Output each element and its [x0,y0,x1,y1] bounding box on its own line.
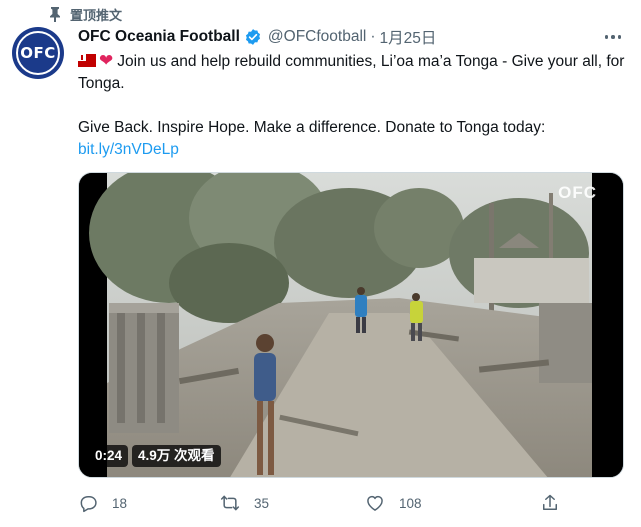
tweet-header: OFC Oceania Football @OFCfootball · 1月25… [78,26,436,48]
tweet-actions: 18 35 108 [78,492,626,514]
video-player[interactable]: OFC 0:24 4.9万 次观看 [78,172,624,478]
header-separator: · [370,28,376,45]
author-name[interactable]: OFC Oceania Football [78,28,240,46]
pinned-indicator: 置顶推文 [48,4,122,24]
more-options-icon[interactable] [600,26,626,48]
reply-count: 18 [112,495,128,511]
tweet-paragraph-2: Give Back. Inspire Hope. Make a differen… [78,117,626,139]
reply-icon [80,496,97,513]
tweet-line-1: Join us and help rebuild communities, Li… [78,53,625,92]
retweet-count: 35 [254,495,270,511]
heart-icon [367,495,383,511]
avatar[interactable]: OFC [12,27,64,79]
tweet-date[interactable]: 1月25日 [380,26,437,48]
avatar-logo-text: OFC [20,44,56,62]
like-count: 108 [399,495,422,511]
donate-link[interactable]: bit.ly/3nVDeLp [78,141,179,158]
tweet-line-2: Give Back. Inspire Hope. Make a differen… [78,119,546,136]
author-handle[interactable]: @OFCfootball [268,28,366,46]
like-button[interactable]: 108 [365,492,422,514]
share-button[interactable] [540,492,560,514]
share-icon [543,494,557,510]
video-frame [79,173,623,477]
red-heart-icon: ❤ [99,51,114,71]
video-time: 0:24 [89,445,129,467]
tweet-text: ❤ Join us and help rebuild communities, L… [78,50,626,161]
video-info-badge: 0:24 4.9万 次观看 [89,445,221,467]
tweet-paragraph-1: ❤ Join us and help rebuild communities, L… [78,50,626,95]
video-watermark: OFC [558,183,597,202]
retweet-icon [220,495,240,511]
pinned-label: 置顶推文 [70,7,123,23]
pin-icon [50,7,60,22]
retweet-button[interactable]: 35 [220,492,269,514]
reply-button[interactable]: 18 [78,492,127,514]
video-views: 4.9万 次观看 [132,445,221,467]
verified-badge-icon [245,29,260,45]
tonga-flag-icon [78,54,96,67]
tweet-paragraph-3: bit.ly/3nVDeLp [78,139,626,161]
